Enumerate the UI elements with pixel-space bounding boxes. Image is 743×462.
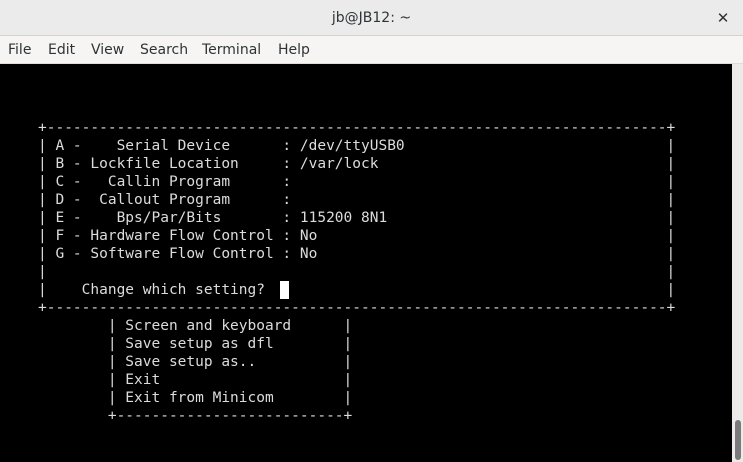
menu-screen-keyboard: | Screen and keyboard | <box>38 318 353 334</box>
scrollbar-thumb[interactable] <box>735 420 741 460</box>
menu-view[interactable]: View <box>91 36 124 64</box>
config-menu-border-bottom: +--------------------------+ <box>38 408 353 424</box>
menu-terminal[interactable]: Terminal <box>202 36 261 64</box>
settings-border-top: +---------------------------------------… <box>38 120 676 136</box>
terminal-window: jb@JB12: ~ ✕ File Edit View Search Termi… <box>0 0 743 462</box>
setting-lockfile: | B - Lockfile Location : /var/lock | <box>38 156 676 172</box>
menu-help[interactable]: Help <box>278 36 310 64</box>
setting-bps: | E - Bps/Par/Bits : 115200 8N1 | <box>38 210 676 226</box>
text-cursor <box>280 281 289 299</box>
setting-hw-flow: | F - Hardware Flow Control : No | <box>38 228 676 244</box>
terminal-area[interactable]: +---------------------------------------… <box>0 64 732 462</box>
window-title: jb@JB12: ~ <box>331 10 412 26</box>
settings-prompt: | Change which setting? | <box>38 282 676 298</box>
setting-callout: | D - Callout Program : | <box>38 192 676 208</box>
setting-serial-device: | A - Serial Device : /dev/ttyUSB0 | <box>38 138 676 154</box>
menu-search[interactable]: Search <box>140 36 188 64</box>
menu-exit-minicom: | Exit from Minicom | <box>38 390 353 406</box>
menu-bar: File Edit View Search Terminal Help <box>0 36 743 64</box>
menu-save-dfl: | Save setup as dfl | <box>38 336 353 352</box>
settings-border-bottom: +---------------------------------------… <box>38 300 676 316</box>
menu-save-as: | Save setup as.. | <box>38 354 353 370</box>
menu-file[interactable]: File <box>8 36 31 64</box>
close-icon[interactable]: ✕ <box>711 6 735 30</box>
menu-exit: | Exit | <box>38 372 353 388</box>
setting-sw-flow: | G - Software Flow Control : No | <box>38 246 676 262</box>
terminal-scrollbar[interactable] <box>732 64 743 462</box>
menu-edit[interactable]: Edit <box>48 36 75 64</box>
settings-blank-row: | | <box>38 264 676 280</box>
setting-callin: | C - Callin Program : | <box>38 174 676 190</box>
title-bar[interactable]: jb@JB12: ~ ✕ <box>0 0 743 36</box>
